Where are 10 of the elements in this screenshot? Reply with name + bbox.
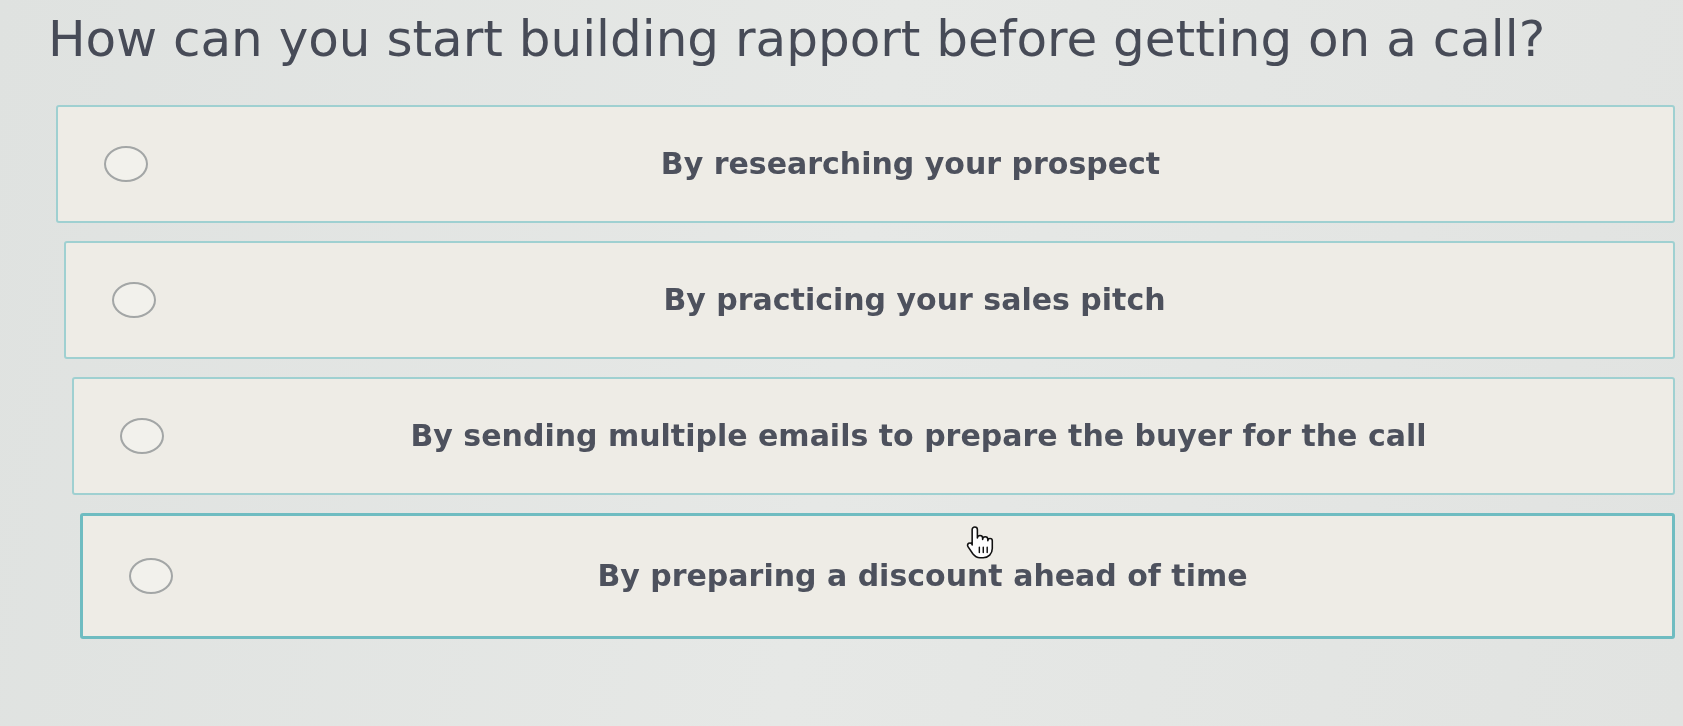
pointer-cursor-icon: [964, 525, 995, 559]
answer-option[interactable]: By researching your prospect: [56, 105, 1675, 223]
radio-button[interactable]: [104, 146, 148, 182]
radio-button[interactable]: [120, 418, 164, 454]
answer-option[interactable]: By sending multiple emails to prepare the buyer for the call: [72, 377, 1675, 495]
radio-button[interactable]: [129, 558, 173, 594]
question-title: How can you start building rapport before getting on a call?: [48, 9, 1546, 69]
answer-option[interactable]: By preparing a discount ahead of time: [80, 513, 1675, 639]
radio-button[interactable]: [112, 282, 156, 318]
answer-option[interactable]: By practicing your sales pitch: [64, 241, 1675, 359]
